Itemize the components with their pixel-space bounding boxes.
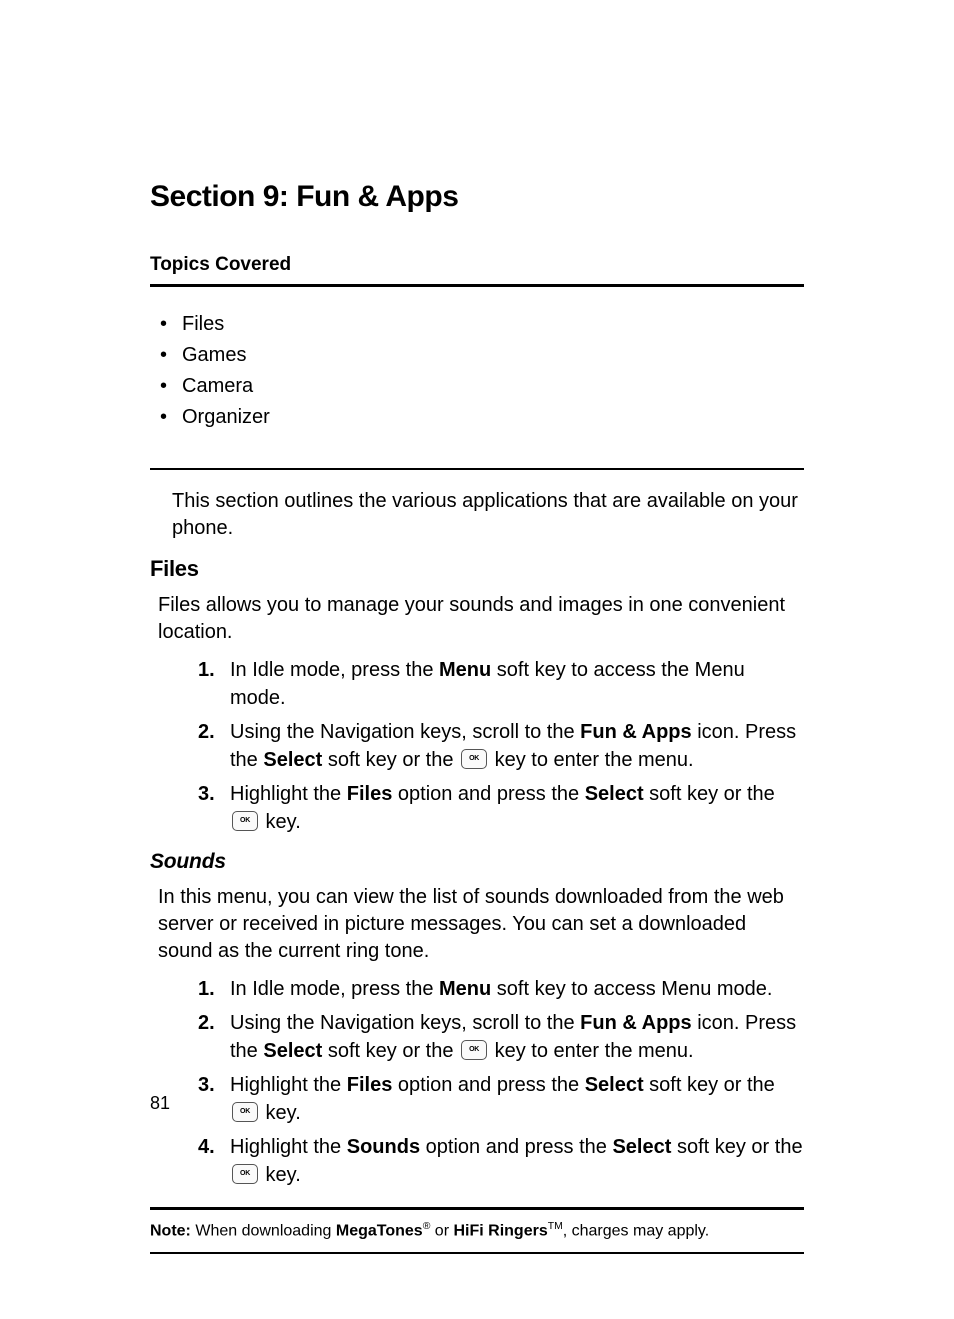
files-heading: Files	[150, 556, 804, 582]
ok-key-icon	[232, 1164, 258, 1184]
files-intro: Files allows you to manage your sounds a…	[150, 592, 804, 646]
list-item: Games	[182, 340, 804, 371]
step-bold: Files	[347, 783, 393, 805]
step-bold: Select	[263, 1040, 322, 1062]
step-bold: Select	[263, 749, 322, 771]
list-item: Organizer	[182, 402, 804, 433]
step-item: 2. Using the Navigation keys, scroll to …	[198, 1009, 804, 1065]
sounds-intro: In this menu, you can view the list of s…	[150, 884, 804, 965]
step-text: Highlight the	[230, 1136, 347, 1158]
note-bold: HiFi Ringers	[453, 1222, 547, 1239]
step-text: Highlight the	[230, 1074, 347, 1096]
step-text: soft key or the	[322, 749, 459, 771]
note-bold: MegaTones	[336, 1222, 423, 1239]
divider	[150, 284, 804, 287]
step-item: 2. Using the Navigation keys, scroll to …	[198, 718, 804, 774]
step-text: soft key or the	[322, 1040, 459, 1062]
step-text: key.	[260, 811, 301, 833]
step-text: option and press the	[420, 1136, 612, 1158]
step-item: 3. Highlight the Files option and press …	[198, 1071, 804, 1127]
section-title: Section 9: Fun & Apps	[150, 180, 804, 214]
step-bold: Fun & Apps	[580, 1012, 691, 1034]
note-text: Note: When downloading MegaTones® or HiF…	[150, 1220, 804, 1242]
divider	[150, 1207, 804, 1210]
step-text: key to enter the menu.	[489, 749, 694, 771]
step-text: option and press the	[392, 1074, 584, 1096]
step-bold: Fun & Apps	[580, 721, 691, 743]
step-bold: Select	[612, 1136, 671, 1158]
ok-key-icon	[461, 749, 487, 769]
sounds-heading: Sounds	[150, 850, 804, 874]
note-body: When downloading	[191, 1222, 336, 1239]
step-number: 2.	[198, 718, 215, 746]
step-text: soft key or the	[644, 1074, 775, 1096]
topics-heading: Topics Covered	[150, 254, 804, 276]
step-bold: Select	[585, 1074, 644, 1096]
step-text: key to enter the menu.	[489, 1040, 694, 1062]
step-item: 1. In Idle mode, press the Menu soft key…	[198, 656, 804, 712]
step-number: 4.	[198, 1133, 215, 1161]
step-number: 2.	[198, 1009, 215, 1037]
divider	[150, 1252, 804, 1254]
step-text: In Idle mode, press the	[230, 978, 439, 1000]
step-bold: Files	[347, 1074, 393, 1096]
step-text: soft key to access Menu mode.	[491, 978, 772, 1000]
note-sup: TM	[548, 1221, 563, 1232]
sounds-steps: 1. In Idle mode, press the Menu soft key…	[150, 975, 804, 1189]
step-text: soft key or the	[644, 783, 775, 805]
ok-key-icon	[461, 1040, 487, 1060]
step-text: Using the Navigation keys, scroll to the	[230, 721, 580, 743]
ok-key-icon	[232, 1102, 258, 1122]
step-bold: Menu	[439, 659, 491, 681]
list-item: Files	[182, 309, 804, 340]
step-item: 1. In Idle mode, press the Menu soft key…	[198, 975, 804, 1003]
step-item: 3. Highlight the Files option and press …	[198, 780, 804, 836]
step-number: 1.	[198, 975, 215, 1003]
step-number: 3.	[198, 1071, 215, 1099]
files-steps: 1. In Idle mode, press the Menu soft key…	[150, 656, 804, 836]
step-text: Highlight the	[230, 783, 347, 805]
step-number: 3.	[198, 780, 215, 808]
intro-text: This section outlines the various applic…	[150, 488, 804, 542]
step-bold: Sounds	[347, 1136, 420, 1158]
step-item: 4. Highlight the Sounds option and press…	[198, 1133, 804, 1189]
step-text: key.	[260, 1164, 301, 1186]
step-text: option and press the	[392, 783, 584, 805]
step-text: In Idle mode, press the	[230, 659, 439, 681]
note-body: , charges may apply.	[563, 1222, 709, 1239]
topics-list: Files Games Camera Organizer	[150, 309, 804, 433]
step-text: key.	[260, 1102, 301, 1124]
note-body: or	[430, 1222, 453, 1239]
step-number: 1.	[198, 656, 215, 684]
step-bold: Menu	[439, 978, 491, 1000]
step-text: Using the Navigation keys, scroll to the	[230, 1012, 580, 1034]
page-number: 81	[150, 1093, 170, 1114]
list-item: Camera	[182, 371, 804, 402]
step-text: soft key or the	[671, 1136, 802, 1158]
ok-key-icon	[232, 811, 258, 831]
note-label: Note:	[150, 1222, 191, 1239]
step-bold: Select	[585, 783, 644, 805]
divider	[150, 468, 804, 470]
